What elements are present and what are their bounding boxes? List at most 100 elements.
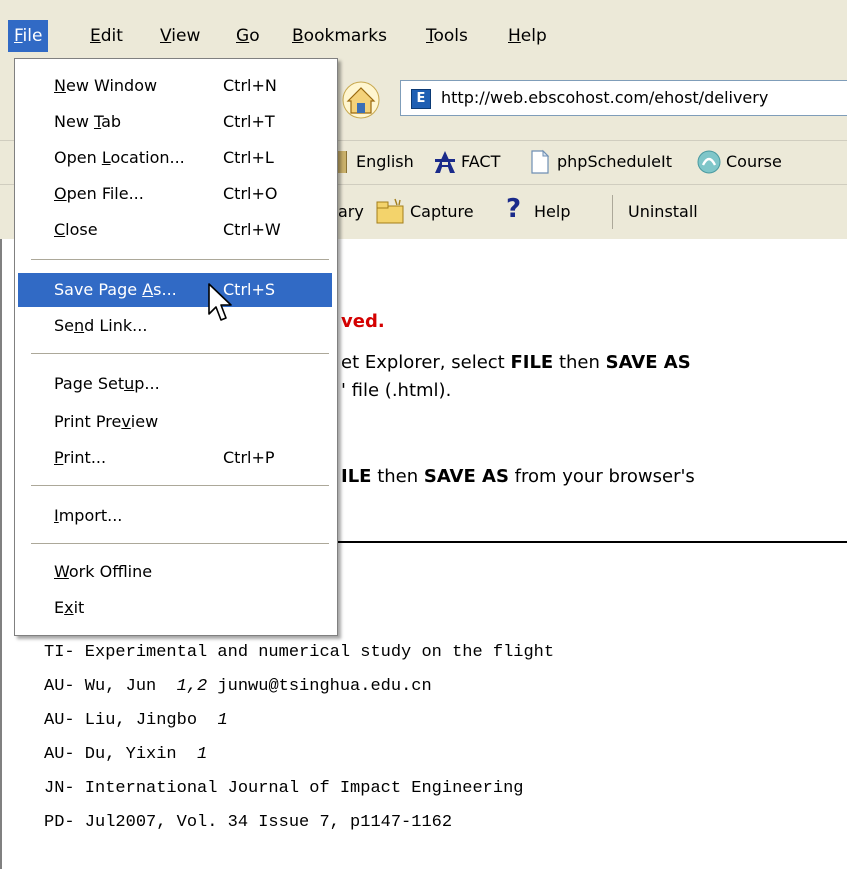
menu-item-label: pen File... [66, 184, 144, 203]
menu-view[interactable]: View [154, 20, 206, 52]
menu-item-new-window[interactable]: New Window Ctrl+N [18, 69, 332, 103]
menu-go-accel: G [236, 26, 250, 46]
citation-author: AU- Du, Yixin [44, 745, 198, 764]
menu-item-accel: n [74, 316, 85, 335]
menu-item-save-page-as[interactable]: Save Page As... Ctrl+S [18, 273, 332, 307]
menu-item-label: s... [153, 280, 177, 299]
horizontal-rule [330, 541, 847, 543]
menu-go[interactable]: Go [230, 20, 266, 52]
instruction-line-3-then: then [371, 466, 424, 487]
menu-item-print[interactable]: Print... Ctrl+P [18, 441, 332, 475]
bookmark-course[interactable]: Course [726, 152, 782, 171]
instruction-line-3-saveas: SAVE AS [423, 466, 509, 487]
ext-uninstall-button[interactable]: Uninstall [628, 202, 698, 221]
menu-item-accel: N [54, 76, 66, 95]
menu-item-accel: u [124, 374, 135, 393]
menu-item-new-tab[interactable]: New Tab Ctrl+T [18, 105, 332, 139]
menu-item-label: iew [130, 412, 159, 431]
menu-item-print-preview[interactable]: Print Preview [18, 405, 332, 439]
instruction-line-1-text: et Explorer, select [341, 352, 511, 373]
fact-logo-icon [435, 151, 455, 173]
menu-edit[interactable]: Edit [84, 20, 129, 52]
menu-file[interactable]: File [8, 20, 49, 52]
url-field[interactable]: E http://web.ebscohost.com/ehost/deliver… [400, 80, 847, 116]
menu-bookmarks[interactable]: Bookmarks [286, 20, 393, 52]
menu-tools[interactable]: Tools [420, 20, 474, 52]
menu-item-label: Print Pre [54, 412, 122, 431]
home-icon[interactable] [340, 80, 382, 120]
menu-bookmarks-accel: B [292, 26, 304, 46]
menu-help-accel: H [508, 26, 521, 46]
menu-item-work-offline[interactable]: Work Offline [18, 555, 332, 589]
menu-item-shortcut: Ctrl+N [223, 76, 277, 95]
instruction-line-1-then: then [553, 352, 606, 373]
menu-item-label: ew Window [65, 76, 158, 95]
menu-item-import[interactable]: Import... [18, 499, 332, 533]
citation-line: TI- Experimental and numerical study on … [44, 643, 554, 662]
menu-tools-accel: T [426, 26, 434, 46]
citation-title: TI- Experimental and numerical study on … [44, 643, 555, 662]
toolbar-divider [612, 195, 613, 229]
menu-item-label: ork Offline [68, 562, 153, 581]
site-favicon-icon: E [411, 89, 431, 109]
menu-item-page-setup[interactable]: Page Setup... [18, 367, 332, 401]
citation-affiliation: 1 [217, 711, 228, 730]
menu-item-send-link[interactable]: Send Link... [18, 309, 332, 343]
capture-folder-icon [376, 198, 404, 224]
help-question-icon: ? [506, 194, 522, 224]
saved-heading: ved. [341, 311, 385, 332]
menu-go-rest: o [249, 26, 260, 46]
ext-help-button[interactable]: Help [534, 202, 570, 221]
menu-item-open-location[interactable]: Open Location... Ctrl+L [18, 141, 332, 175]
menu-item-label: mport... [58, 506, 123, 525]
ext-library-button[interactable]: ary [338, 202, 364, 221]
instruction-line-3-tail: from your browser's [508, 466, 695, 487]
menu-edit-accel: E [90, 26, 101, 46]
citation-affiliation: 1 [197, 745, 208, 764]
mouse-cursor-icon [208, 283, 232, 321]
menu-item-open-file[interactable]: Open File... Ctrl+O [18, 177, 332, 211]
menu-item-label: p... [134, 374, 160, 393]
menu-item-label: ab [101, 112, 122, 131]
menu-item-accel: x [64, 598, 74, 617]
menu-item-label: ocation... [110, 148, 185, 167]
menu-edit-rest: dit [100, 26, 123, 46]
menu-item-exit[interactable]: Exit [18, 591, 332, 625]
citation-journal: JN- International Journal of Impact Engi… [44, 779, 524, 798]
menu-item-close[interactable]: Close Ctrl+W [18, 213, 332, 247]
bookmark-english[interactable]: English [356, 152, 414, 171]
page-icon [531, 149, 550, 174]
citation-line: AU- Wu, Jun 1,2 junwu@tsinghua.edu.cn [44, 677, 432, 696]
bookmark-phpscheduleit[interactable]: phpScheduleIt [557, 152, 672, 171]
menu-item-accel: v [121, 412, 131, 431]
menu-separator [31, 259, 329, 261]
menu-item-shortcut: Ctrl+L [223, 148, 274, 167]
menu-item-label: d Link... [84, 316, 148, 335]
instruction-line-3-file: ILE [341, 466, 372, 487]
menu-item-label: Open [54, 148, 102, 167]
bookmark-icon-partial [338, 151, 347, 173]
instruction-line-1-saveas: SAVE AS [605, 352, 691, 373]
menu-separator [31, 485, 329, 487]
menu-separator [31, 353, 329, 355]
bookmark-fact[interactable]: FACT [461, 152, 500, 171]
menu-view-accel: V [160, 26, 172, 46]
course-icon [697, 150, 721, 174]
menu-separator [31, 543, 329, 545]
citation-publication-date: PD- Jul2007, Vol. 34 Issue 7, p1147-1162 [44, 813, 453, 832]
instruction-line-2: ' file (.html). [341, 380, 452, 401]
menu-bar: File Edit View Go Bookmarks Tools Help [0, 0, 847, 58]
instruction-line-1-file: FILE [510, 352, 554, 373]
menu-file-accel: F [14, 26, 23, 46]
ext-capture-button[interactable]: Capture [410, 202, 474, 221]
menu-item-accel: A [142, 280, 154, 299]
menu-item-label: it [73, 598, 85, 617]
menu-item-accel: O [54, 184, 67, 203]
file-menu-dropdown: New Window Ctrl+N New Tab Ctrl+T Open Loca… [14, 58, 338, 636]
menu-help[interactable]: Help [502, 20, 553, 52]
menu-item-label: New [54, 112, 94, 131]
instruction-line-3: ILE then SAVE AS from your browser's [341, 466, 695, 487]
citation-line: PD- Jul2007, Vol. 34 Issue 7, p1147-1162 [44, 813, 452, 832]
menu-file-rest: ile [22, 26, 43, 46]
menu-item-shortcut: Ctrl+O [223, 184, 278, 203]
